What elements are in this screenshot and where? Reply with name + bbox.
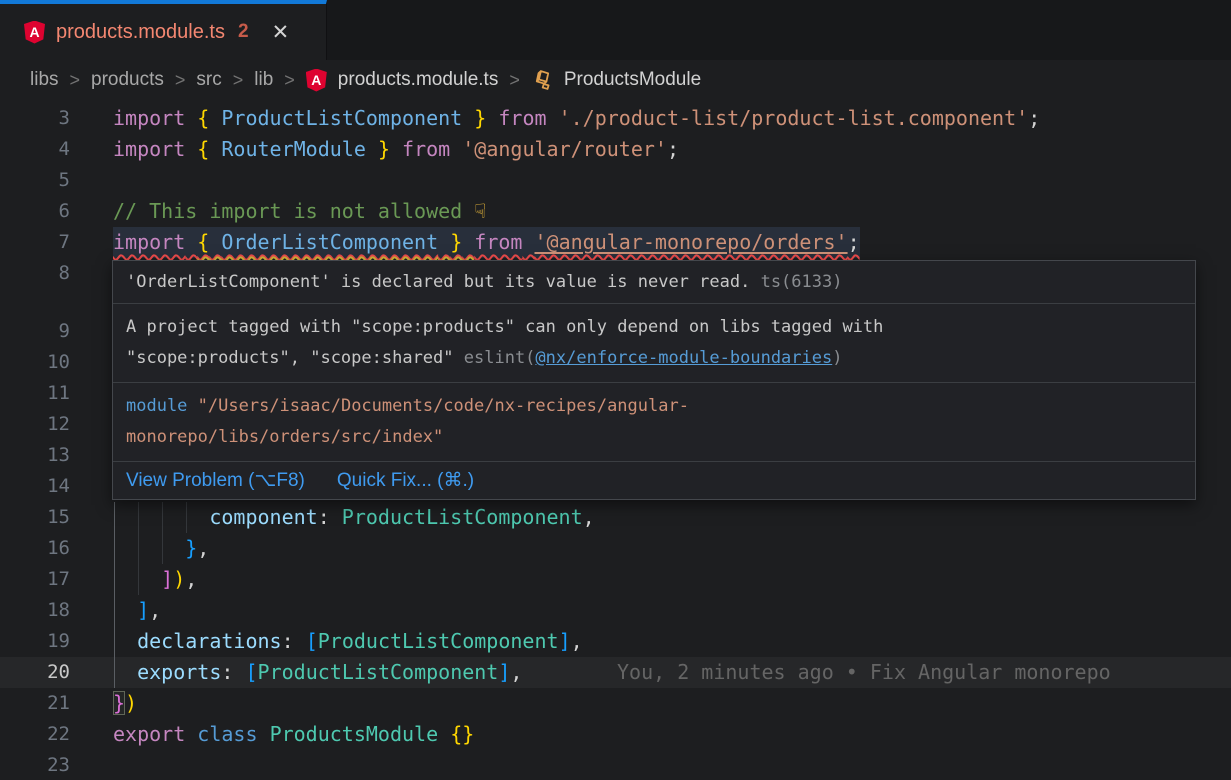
line-number: 17 [0, 564, 70, 595]
module-path-line2: monorepo/libs/orders/src/index" [126, 427, 443, 447]
ts-diagnostic-message: 'OrderListComponent' is declared but its… [126, 272, 750, 292]
line-number: 13 [0, 440, 70, 471]
code-line-23[interactable]: 23 [0, 750, 1231, 780]
module-path-line1: "/Users/isaac/Documents/code/nx-recipes/… [198, 396, 689, 416]
line-number: 19 [0, 626, 70, 657]
code-text: ], [113, 595, 161, 626]
problem-hover-popup: 'OrderListComponent' is declared but its… [112, 260, 1196, 500]
line-number: 9 [0, 316, 70, 347]
code-text: import { ProductListComponent } from './… [113, 103, 1040, 134]
line-number: 10 [0, 347, 70, 378]
code-text: exports: [ProductListComponent], [113, 657, 522, 688]
code-line-6[interactable]: 6 // This import is not allowed ☟ [0, 196, 1231, 227]
code-text: component: ProductListComponent, [113, 502, 595, 533]
line-number: 23 [0, 750, 70, 780]
line-number: 21 [0, 688, 70, 719]
line-number: 16 [0, 533, 70, 564]
code-line-3[interactable]: 3 import { ProductListComponent } from '.… [0, 103, 1231, 134]
eslint-rule-link[interactable]: @nx/enforce-module-boundaries [535, 348, 832, 368]
code-line-16[interactable]: 16 }, [0, 533, 1231, 564]
line-number: 18 [0, 595, 70, 626]
line-number: 14 [0, 471, 70, 502]
eslint-diagnostic: A project tagged with "scope:products" c… [113, 304, 1195, 383]
line-number: 7 [0, 227, 70, 258]
view-problem-button[interactable]: View Problem (⌥F8) [126, 467, 305, 494]
code-line-18[interactable]: 18 ], [0, 595, 1231, 626]
code-line-5[interactable]: 5 [0, 165, 1231, 196]
code-line-21[interactable]: 21}) [0, 688, 1231, 719]
vscode-window: A products.module.ts 2 ✕ libs>products>s… [0, 0, 1231, 780]
line-number: 15 [0, 502, 70, 533]
code-line-15[interactable]: 15 component: ProductListComponent, [0, 502, 1231, 533]
line-number: 4 [0, 134, 70, 165]
eslint-source-open: eslint( [464, 348, 536, 368]
code-text: }) [113, 688, 137, 719]
module-info: module "/Users/isaac/Documents/code/nx-r… [113, 383, 1195, 462]
line-number: 6 [0, 196, 70, 227]
hover-status-bar: View Problem (⌥F8) Quick Fix... (⌘.) [113, 462, 1195, 499]
eslint-message-line2: "scope:products", "scope:shared" [126, 348, 464, 368]
eslint-source-close: ) [832, 348, 842, 368]
ts-diagnostic-source: ts(6133) [761, 272, 843, 292]
line-number: 5 [0, 165, 70, 196]
code-line-22[interactable]: 22 export class ProductsModule {} [0, 719, 1231, 750]
code-text: // This import is not allowed ☟ [113, 196, 486, 227]
code-text: declarations: [ProductListComponent], [113, 626, 583, 657]
line-number: 20 [0, 657, 70, 688]
code-line-19[interactable]: 19 declarations: [ProductListComponent], [0, 626, 1231, 657]
code-line-4[interactable]: 4 import { RouterModule } from '@angular/… [0, 134, 1231, 165]
git-blame-annotation: You, 2 minutes ago • Fix Angular monorep… [617, 657, 1111, 688]
code-text: }, [113, 533, 209, 564]
code-text: import { RouterModule } from '@angular/r… [113, 134, 679, 165]
code-text: export class ProductsModule {} [113, 719, 474, 750]
code-line-7[interactable]: 7 import { OrderListComponent } from '@an… [0, 227, 1231, 258]
line-number: 22 [0, 719, 70, 750]
line-number: 8 [0, 258, 70, 289]
ts-diagnostic: 'OrderListComponent' is declared but its… [113, 261, 1195, 304]
line-number: 11 [0, 378, 70, 409]
eslint-message-line1: A project tagged with "scope:products" c… [126, 317, 883, 337]
line-number: 12 [0, 409, 70, 440]
code-text: ]), [113, 564, 197, 595]
quick-fix-button[interactable]: Quick Fix... (⌘.) [337, 467, 474, 494]
code-text: import { OrderListComponent } from '@ang… [113, 227, 860, 258]
line-number: 3 [0, 103, 70, 134]
module-keyword: module [126, 396, 187, 416]
code-line-17[interactable]: 17 ]), [0, 564, 1231, 595]
